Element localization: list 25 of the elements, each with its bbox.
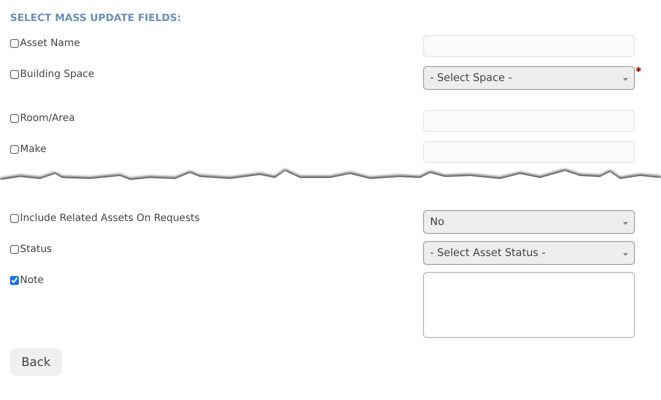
caret-icon	[623, 222, 628, 225]
text-field[interactable]	[423, 110, 635, 132]
field-checkbox[interactable]	[10, 39, 19, 48]
field-label: Asset Name	[20, 37, 80, 51]
caret-icon	[623, 78, 628, 81]
caret-icon	[623, 253, 628, 256]
field-checkbox[interactable]	[10, 214, 19, 223]
back-button[interactable]: Back	[10, 348, 62, 376]
text-field[interactable]	[423, 35, 635, 57]
field-label: Make	[20, 143, 46, 157]
field-checkbox[interactable]	[10, 276, 19, 285]
field-label: Status	[20, 243, 52, 257]
field-label: Note	[20, 274, 44, 288]
field-checkbox[interactable]	[10, 145, 19, 154]
field-label: Room/Area	[20, 112, 75, 126]
select-dropdown[interactable]: - Select Asset Status -	[423, 241, 635, 265]
field-checkbox[interactable]	[10, 70, 19, 79]
field-label: Building Space	[20, 68, 94, 82]
text-field[interactable]	[423, 141, 635, 163]
select-dropdown[interactable]: - Select Space -	[423, 66, 635, 90]
field-label: Include Related Assets On Requests	[20, 212, 200, 226]
field-checkbox[interactable]	[10, 114, 19, 123]
field-checkbox[interactable]	[10, 245, 19, 254]
section-heading: SELECT MASS UPDATE FIELDS:	[10, 13, 182, 26]
select-dropdown[interactable]: No	[423, 210, 635, 234]
